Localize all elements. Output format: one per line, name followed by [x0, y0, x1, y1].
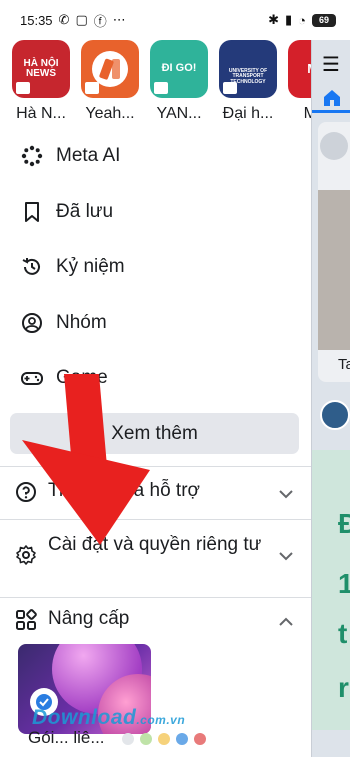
- active-tab-indicator: [312, 110, 350, 113]
- status-left: 15:35 ✆ ▢ ⓕ ⋯: [20, 11, 126, 30]
- menu-item-label: Meta AI: [56, 145, 121, 166]
- dot: [122, 733, 134, 745]
- shortcut-thumbnail: ĐI GO!: [150, 40, 208, 98]
- shortcut-thumb-text: HÀ NỘI NEWS: [23, 57, 59, 79]
- post-image: Đ 1 t r: [312, 450, 350, 730]
- gear-icon: [14, 543, 38, 567]
- divider: [0, 597, 311, 598]
- signal-icon: ▮: [284, 12, 293, 27]
- shortcut-thumb-text: ĐI GO!: [161, 62, 197, 75]
- shortcut-thumbnail: ME: [288, 40, 312, 98]
- facebook-icon: ⓕ: [93, 13, 107, 29]
- divider: [0, 519, 311, 520]
- shortcut-label: Yeah...: [85, 105, 135, 122]
- dot: [140, 733, 152, 745]
- shortcut-thumbnail: [81, 40, 139, 98]
- battery-icon: 69: [312, 13, 336, 27]
- settings-privacy-section[interactable]: Cài đặt và quyền riêng tư: [14, 532, 304, 567]
- help-icon: [14, 480, 38, 504]
- gamepad-icon: [20, 366, 44, 390]
- shortcut-label: M...: [285, 105, 312, 123]
- apps-icon: [14, 608, 38, 632]
- story-label: Ta: [338, 356, 350, 373]
- menu-item-saved[interactable]: Đã lưu: [20, 192, 300, 232]
- watermark-suffix: .com.vn: [136, 713, 186, 727]
- flag-icon: [16, 82, 30, 94]
- shortcut-item[interactable]: HÀ NỘI NEWS Hà N...: [12, 40, 70, 130]
- upgrade-section[interactable]: Nâng cấp: [14, 608, 304, 632]
- dot: [176, 733, 188, 745]
- menu-item-label: Đã lưu: [56, 201, 114, 222]
- flag-icon: [223, 82, 237, 94]
- shortcut-thumbnail: HÀ NỘI NEWS: [12, 40, 70, 98]
- shortcut-item[interactable]: ĐI GO! YAN...: [150, 40, 208, 130]
- wifi-icon: ◔: [298, 12, 306, 28]
- history-icon: [20, 255, 44, 279]
- page-avatar: [320, 400, 350, 430]
- section-label: Trợ giúp và hỗ trợ: [48, 480, 200, 501]
- section-label: Nâng cấp: [48, 608, 130, 629]
- shortcut-item[interactable]: UNIVERSITY OF TRANSPORT TECHNOLOGY Đại h…: [219, 40, 277, 130]
- menu-item-label: Kỷ niệm: [56, 256, 125, 277]
- home-icon[interactable]: [322, 88, 342, 108]
- shortcut-thumbnail: UNIVERSITY OF TRANSPORT TECHNOLOGY: [219, 40, 277, 98]
- status-right: ✱ ▮ ◔ 69: [268, 12, 336, 28]
- watermark-dots: [122, 733, 206, 745]
- clock: 15:35: [20, 12, 53, 28]
- chevron-down-icon: [279, 490, 293, 499]
- image-icon: ▢: [75, 12, 88, 27]
- menu-item-memories[interactable]: Kỷ niệm: [20, 247, 300, 287]
- chevron-up-icon: [279, 617, 293, 626]
- bookmark-icon: [20, 200, 44, 224]
- flag-icon: [85, 82, 99, 94]
- status-bar: 15:35 ✆ ▢ ⓕ ⋯ ✱ ▮ ◔ 69: [0, 0, 350, 40]
- group-icon: [20, 311, 44, 335]
- meta-ai-icon: [20, 144, 44, 168]
- menu-item-gaming[interactable]: Game: [20, 358, 300, 398]
- flag-icon: [154, 82, 168, 94]
- menu-item-meta-ai[interactable]: Meta AI: [20, 136, 300, 176]
- shortcuts-row: HÀ NỘI NEWS Hà N... Yeah... ĐI GO! YAN..…: [0, 40, 312, 130]
- divider: [0, 466, 311, 467]
- phone-icon: ✆: [58, 12, 70, 27]
- help-support-section[interactable]: Trợ giúp và hỗ trợ: [14, 480, 304, 504]
- dot: [194, 733, 206, 745]
- shortcut-label: YAN...: [156, 105, 202, 122]
- watermark-text: Download: [32, 706, 137, 729]
- chevron-down-icon: [279, 552, 293, 561]
- menu-item-label: Game: [56, 367, 108, 388]
- menu-item-groups[interactable]: Nhóm: [20, 303, 300, 343]
- section-label: Cài đặt và quyền riêng tư: [48, 534, 262, 555]
- dot: [158, 733, 170, 745]
- avatar: [320, 132, 348, 160]
- menu-item-label: Nhóm: [56, 312, 107, 333]
- hamburger-menu-icon[interactable]: ☰: [322, 52, 342, 77]
- shortcut-item[interactable]: ME M...: [288, 40, 312, 130]
- upgrade-card-caption: Gói... liê...: [28, 728, 105, 747]
- see-more-button[interactable]: Xem thêm: [10, 413, 299, 454]
- shortcut-item[interactable]: Yeah...: [81, 40, 139, 130]
- story-image: [318, 190, 350, 350]
- shortcut-label: Hà N...: [16, 105, 66, 122]
- bluetooth-icon: ✱: [268, 12, 279, 27]
- feed-peek-panel[interactable]: ☰ Ta Đ 1 t r: [311, 40, 350, 757]
- more-notifications-icon: ⋯: [112, 12, 126, 27]
- shortcut-label: Đại h...: [222, 105, 274, 122]
- download-watermark: Download.com.vn: [32, 706, 185, 730]
